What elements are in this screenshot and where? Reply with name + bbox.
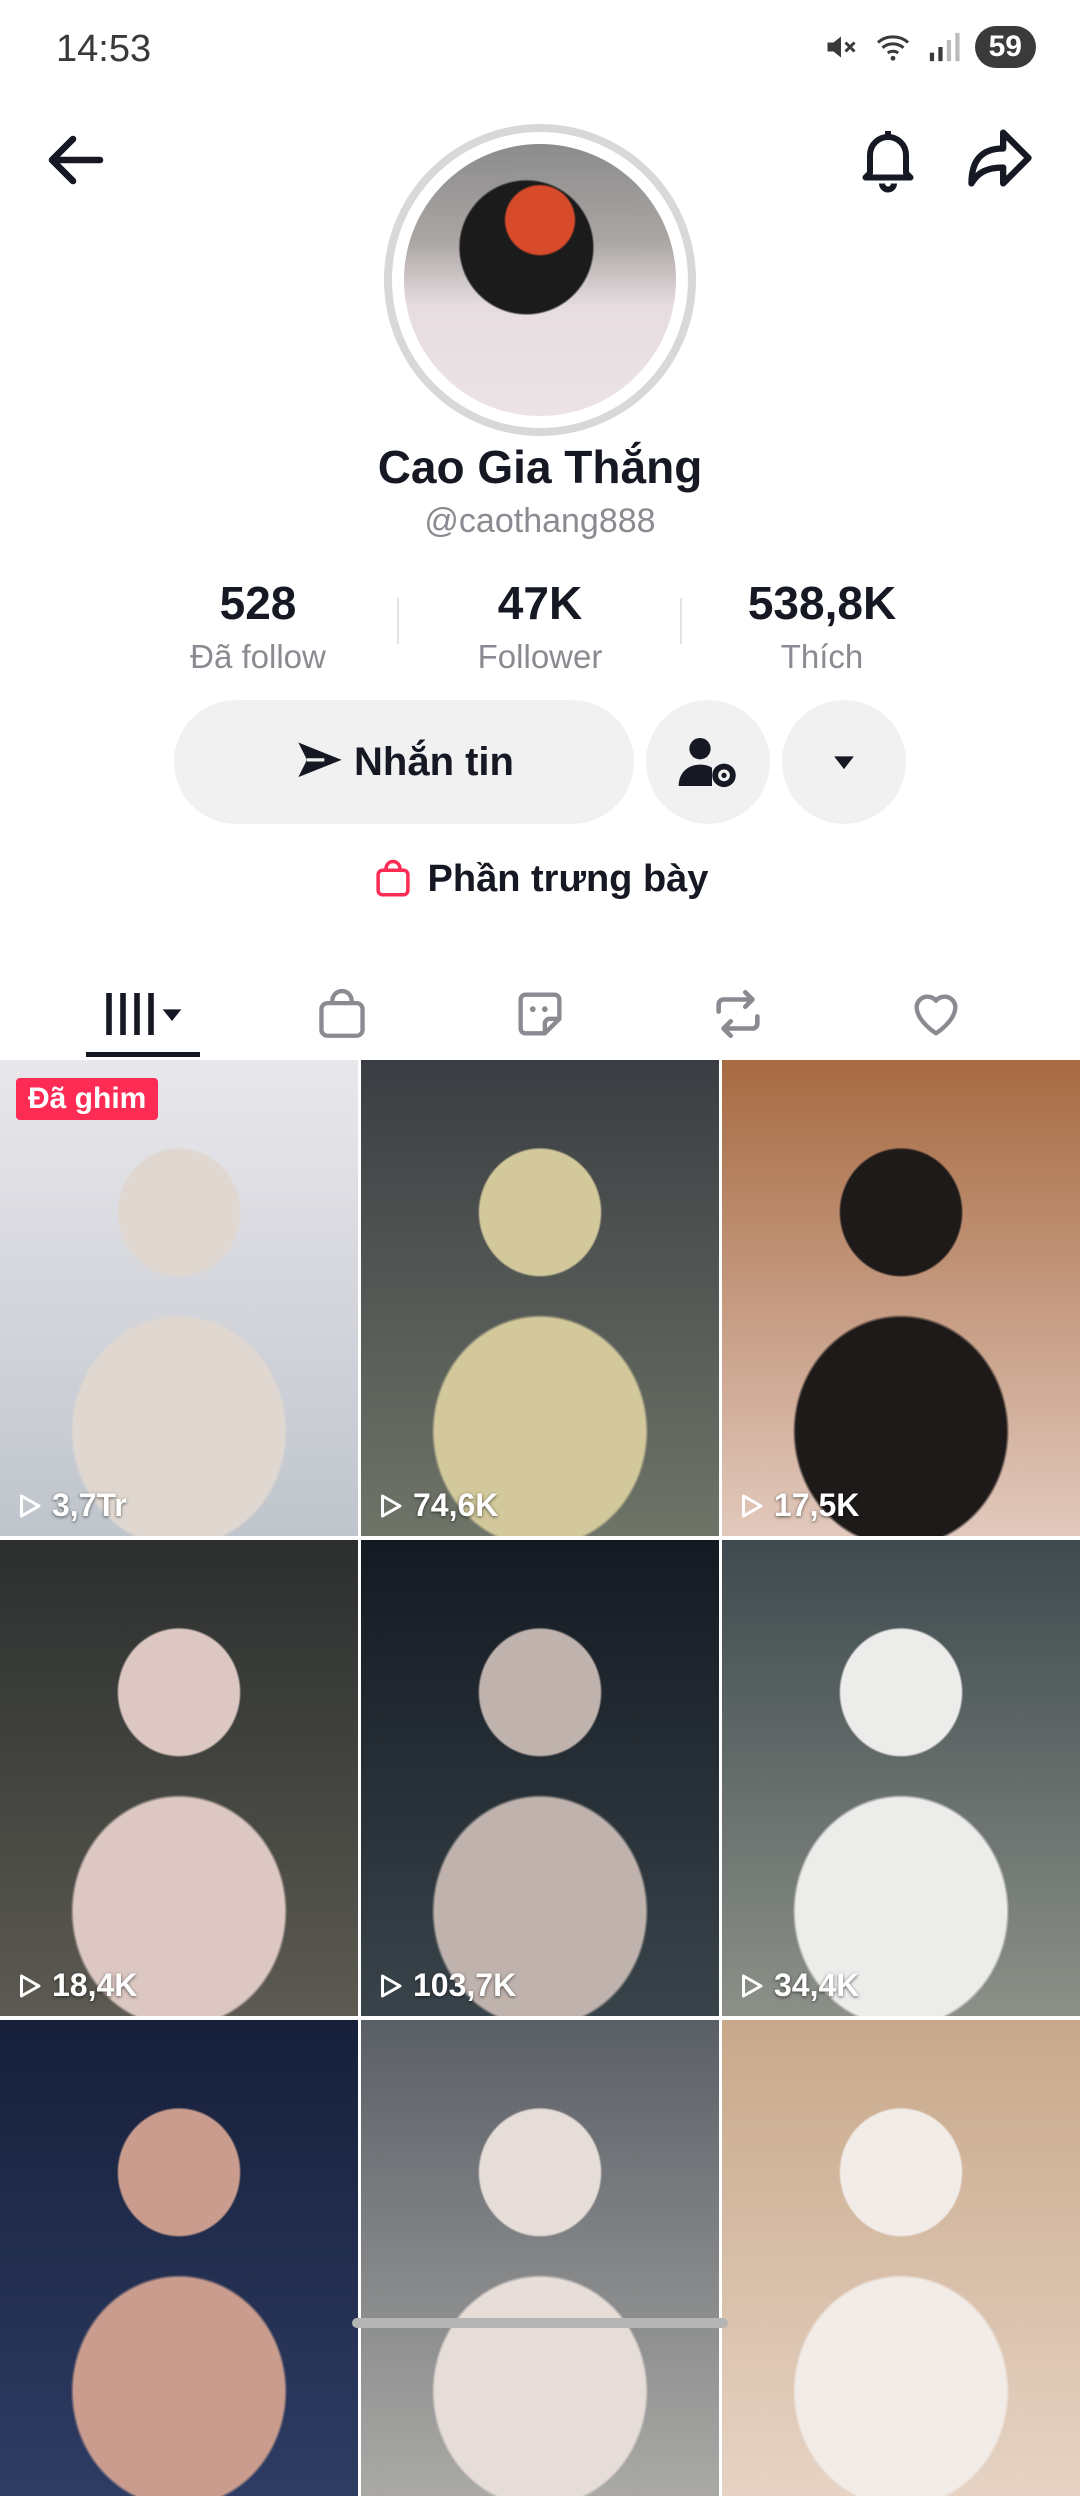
stat-followers[interactable]: 47K Follower [430, 576, 650, 676]
view-count: 17,5K [736, 1487, 859, 1524]
signal-icon [929, 32, 960, 62]
video-thumbnail[interactable]: 74,6K [361, 1060, 719, 1536]
tab-reposts[interactable] [678, 966, 798, 1062]
tab-liked[interactable] [876, 966, 996, 1062]
play-outline-icon [20, 1494, 41, 1517]
view-count-value: 34,4K [774, 1967, 860, 2003]
stat-likes-label: Thích [780, 638, 864, 675]
message-button[interactable]: Nhắn tin [174, 700, 634, 824]
heart-icon [914, 994, 958, 1036]
send-icon [298, 742, 342, 778]
stat-divider [680, 598, 682, 644]
view-count: 3,7Tr [14, 1487, 127, 1524]
stat-followers-value: 47K [497, 577, 583, 629]
view-count: 34,4K [736, 1967, 859, 2004]
video-thumbnail[interactable]: Đã ghim 3,7Tr [0, 1060, 358, 1536]
play-outline-icon [20, 1974, 41, 1997]
video-thumbnail[interactable]: 18,4K [0, 1540, 358, 2016]
tab-shop[interactable] [282, 966, 402, 1062]
share-icon[interactable] [962, 120, 1038, 196]
bell-icon[interactable] [852, 120, 924, 196]
user-gear-icon [678, 738, 736, 788]
friend-settings-button[interactable] [646, 700, 770, 824]
play-outline-icon [381, 1494, 402, 1517]
stat-following-value: 528 [219, 577, 297, 629]
video-thumbnail[interactable]: 103,7K [361, 1540, 719, 2016]
active-tab-indicator [86, 1052, 200, 1057]
video-thumbnail[interactable]: 34,4K [722, 1540, 1080, 2016]
status-time: 14:53 [56, 28, 152, 70]
home-indicator [352, 2318, 728, 2328]
status-icons: 59 [823, 26, 1036, 68]
sticker-icon [518, 992, 562, 1036]
stat-following-label: Đã follow [190, 638, 326, 675]
video-thumbnail[interactable] [0, 2020, 358, 2496]
mute-icon [827, 36, 856, 58]
play-outline-icon [742, 1974, 763, 1997]
grid-videos-icon [106, 993, 182, 1035]
stat-likes-value: 538,8K [747, 577, 897, 629]
view-count-value: 17,5K [774, 1487, 860, 1523]
more-dropdown-button[interactable] [782, 700, 906, 824]
shop-bag-icon [319, 988, 365, 1038]
profile-handle: @caothang888 [424, 502, 656, 540]
tab-stickers[interactable] [480, 966, 600, 1062]
video-thumbnail[interactable] [361, 2020, 719, 2496]
view-count-value: 103,7K [413, 1967, 517, 2003]
showcase-label: Phần trưng bày [427, 857, 709, 900]
play-outline-icon [742, 1494, 763, 1517]
message-button-label: Nhắn tin [354, 739, 514, 784]
video-thumbnail[interactable] [722, 2020, 1080, 2496]
showcase-link[interactable]: Phần trưng bày [0, 856, 1080, 902]
view-count: 74,6K [375, 1487, 498, 1524]
profile-tabs [0, 966, 1080, 1062]
stat-following[interactable]: 528 Đã follow [148, 576, 368, 676]
stat-followers-label: Follower [477, 638, 603, 675]
view-count-value: 74,6K [413, 1487, 499, 1523]
view-count-value: 3,7Tr [52, 1487, 127, 1523]
battery-indicator: 59 [974, 26, 1036, 68]
profile-name: Cao Gia Thắng [377, 441, 703, 493]
caret-down-icon [834, 756, 854, 770]
avatar[interactable] [404, 144, 676, 416]
view-count: 103,7K [375, 1967, 516, 2004]
stat-likes[interactable]: 538,8K Thích [712, 576, 932, 676]
tab-videos[interactable] [84, 966, 204, 1062]
stat-divider [397, 598, 399, 644]
view-count-value: 18,4K [52, 1967, 138, 2003]
pinned-badge: Đã ghim [16, 1078, 159, 1120]
wifi-icon [876, 35, 909, 61]
view-count: 18,4K [14, 1967, 137, 2004]
back-arrow-icon[interactable] [40, 124, 112, 196]
repost-icon [716, 989, 760, 1039]
video-thumbnail[interactable]: 17,5K [722, 1060, 1080, 1536]
play-outline-icon [381, 1974, 402, 1997]
shopping-bag-icon [375, 859, 410, 897]
